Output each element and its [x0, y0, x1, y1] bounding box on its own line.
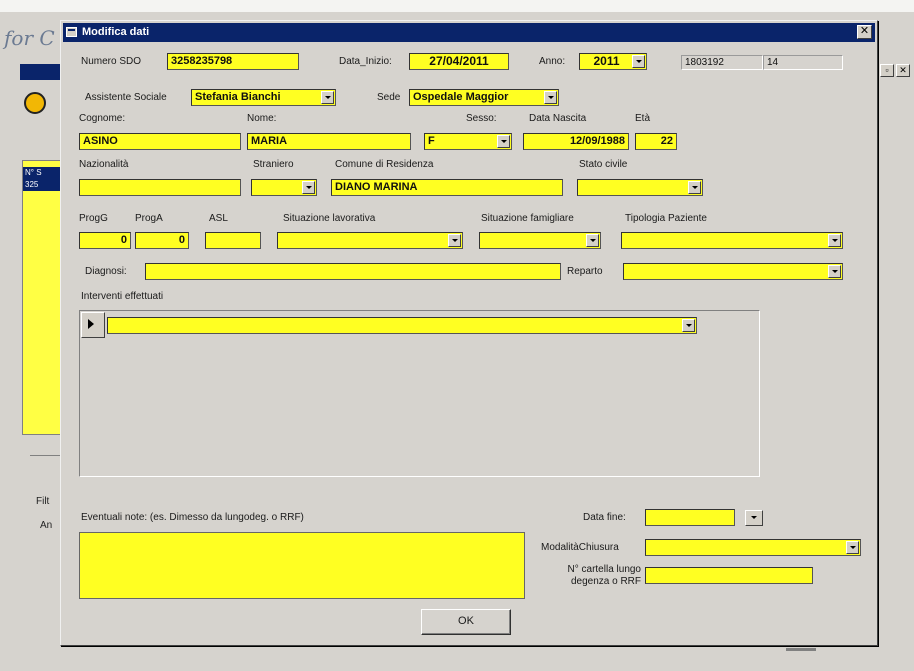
background-close-button[interactable]: ✕	[896, 64, 910, 77]
situazione-famigliare-dropdown[interactable]	[479, 232, 601, 249]
anno-value: 2011	[593, 54, 620, 68]
assistente-sociale-dropdown[interactable]: Stefania Bianchi	[191, 89, 336, 106]
straniero-label: Straniero	[253, 159, 294, 170]
nazionalita-field[interactable]	[79, 179, 241, 196]
sede-dropdown[interactable]: Ospedale Maggior	[409, 89, 559, 106]
modalita-chiusura-label: ModalitàChiusura	[541, 542, 619, 553]
cartella-field[interactable]	[645, 567, 813, 584]
background-an-label: An	[40, 520, 53, 531]
interventi-subform[interactable]	[79, 310, 760, 477]
cognome-label: Cognome:	[79, 113, 126, 124]
data-inizio-label: Data_Inizio:	[339, 56, 392, 67]
nome-label: Nome:	[247, 113, 277, 124]
prog-g-label: ProgG	[79, 213, 108, 224]
background-restore-button[interactable]: ▫	[880, 64, 894, 77]
chevron-down-icon[interactable]	[632, 55, 645, 68]
sesso-label: Sesso:	[466, 113, 497, 124]
intervento-dropdown[interactable]	[107, 317, 697, 334]
chevron-down-icon[interactable]	[828, 265, 841, 278]
data-nascita-label: Data Nascita	[529, 113, 587, 124]
cartella-label: N° cartella lungo degenza o RRF	[551, 564, 641, 588]
stato-civile-label: Stato civile	[579, 159, 628, 170]
prog-g-field[interactable]: 0	[79, 232, 131, 249]
prog-a-label: ProgA	[135, 213, 163, 224]
background-scroll-fragment	[786, 648, 816, 651]
sede-value: Ospedale Maggior	[413, 91, 509, 103]
stato-civile-dropdown[interactable]	[577, 179, 703, 196]
ok-button[interactable]: OK	[421, 609, 511, 635]
record-selector-icon[interactable]	[81, 312, 105, 338]
nome-field[interactable]: MARIA	[247, 133, 411, 150]
situazione-lavorativa-label: Situazione lavorativa	[283, 213, 376, 224]
asl-field[interactable]	[205, 232, 261, 249]
numero-sdo-field[interactable]: 3258235798	[167, 53, 299, 70]
data-nascita-field[interactable]: 12/09/1988	[523, 133, 629, 150]
close-button[interactable]: ✕	[857, 25, 872, 39]
background-filter-label: Filt	[36, 496, 50, 507]
background-divider	[30, 455, 60, 456]
chevron-down-icon[interactable]	[302, 181, 315, 194]
nazionalita-label: Nazionalità	[79, 159, 129, 170]
data-fine-field[interactable]	[645, 509, 735, 526]
data-fine-label: Data fine:	[583, 512, 626, 523]
sesso-value: F	[428, 135, 435, 147]
comune-residenza-label: Comune di Residenza	[335, 159, 434, 170]
chevron-down-icon[interactable]	[846, 541, 859, 554]
modalita-chiusura-dropdown[interactable]	[645, 539, 861, 556]
diagnosi-label: Diagnosi:	[85, 266, 127, 277]
reparto-label: Reparto	[567, 266, 603, 277]
tipologia-paziente-dropdown[interactable]	[621, 232, 843, 249]
data-inizio-field[interactable]: 27/04/2011	[409, 53, 509, 70]
note-textarea[interactable]	[79, 532, 525, 599]
cartella-label-line2: degenza o RRF	[570, 576, 641, 587]
diagnosi-field[interactable]	[145, 263, 561, 280]
close-icon: ✕	[859, 25, 870, 37]
list-header-line2: 325	[25, 180, 39, 189]
assistente-sociale-value: Stefania Bianchi	[195, 91, 281, 103]
chevron-down-icon[interactable]	[497, 135, 510, 148]
background-app-icon[interactable]	[24, 92, 46, 114]
form-icon	[66, 27, 77, 37]
chevron-down-icon[interactable]	[586, 234, 599, 247]
readonly-code-field: 1803192	[681, 55, 763, 70]
chevron-down-icon[interactable]	[682, 319, 695, 332]
list-header-line1: N° S	[25, 168, 42, 177]
chevron-down-icon[interactable]	[544, 91, 557, 104]
chevron-down-icon	[751, 516, 757, 519]
eta-label: Età	[635, 113, 651, 124]
numero-sdo-label: Numero SDO	[81, 56, 142, 67]
background-record-list[interactable]: N° S 325	[22, 160, 62, 435]
eta-field[interactable]: 22	[635, 133, 677, 150]
dialog-titlebar[interactable]: Modifica dati ✕	[63, 23, 875, 42]
comune-residenza-field[interactable]: DIANO MARINA	[331, 179, 563, 196]
sesso-dropdown[interactable]: F	[424, 133, 512, 150]
chevron-down-icon[interactable]	[321, 91, 334, 104]
chevron-down-icon[interactable]	[688, 181, 701, 194]
background-app-title: for C	[4, 26, 55, 50]
prog-a-field[interactable]: 0	[135, 232, 189, 249]
anno-label: Anno:	[539, 56, 566, 67]
situazione-lavorativa-dropdown[interactable]	[277, 232, 463, 249]
sede-label: Sede	[377, 92, 401, 103]
readonly-number-field: 14	[763, 55, 843, 70]
asl-label: ASL	[209, 213, 228, 224]
chevron-down-icon[interactable]	[448, 234, 461, 247]
interventi-label: Interventi effettuati	[81, 291, 164, 302]
anno-dropdown[interactable]: 2011	[579, 53, 647, 70]
reparto-dropdown[interactable]	[623, 263, 843, 280]
situazione-famigliare-label: Situazione famigliare	[481, 213, 574, 224]
chevron-down-icon[interactable]	[828, 234, 841, 247]
background-tab[interactable]	[20, 64, 60, 80]
modifica-dati-dialog: Modifica dati ✕ Numero SDO 3258235798 Da…	[60, 20, 878, 646]
note-label: Eventuali note: (es. Dimesso da lungodeg…	[81, 512, 304, 523]
straniero-dropdown[interactable]	[251, 179, 317, 196]
calendar-button[interactable]	[745, 510, 763, 526]
cartella-label-line1: N° cartella lungo	[567, 564, 641, 575]
background-list-header: N° S 325	[23, 167, 61, 191]
tipologia-paziente-label: Tipologia Paziente	[625, 213, 707, 224]
dialog-title: Modifica dati	[82, 26, 150, 38]
assistente-sociale-label: Assistente Sociale	[85, 92, 167, 103]
cognome-field[interactable]: ASINO	[79, 133, 241, 150]
